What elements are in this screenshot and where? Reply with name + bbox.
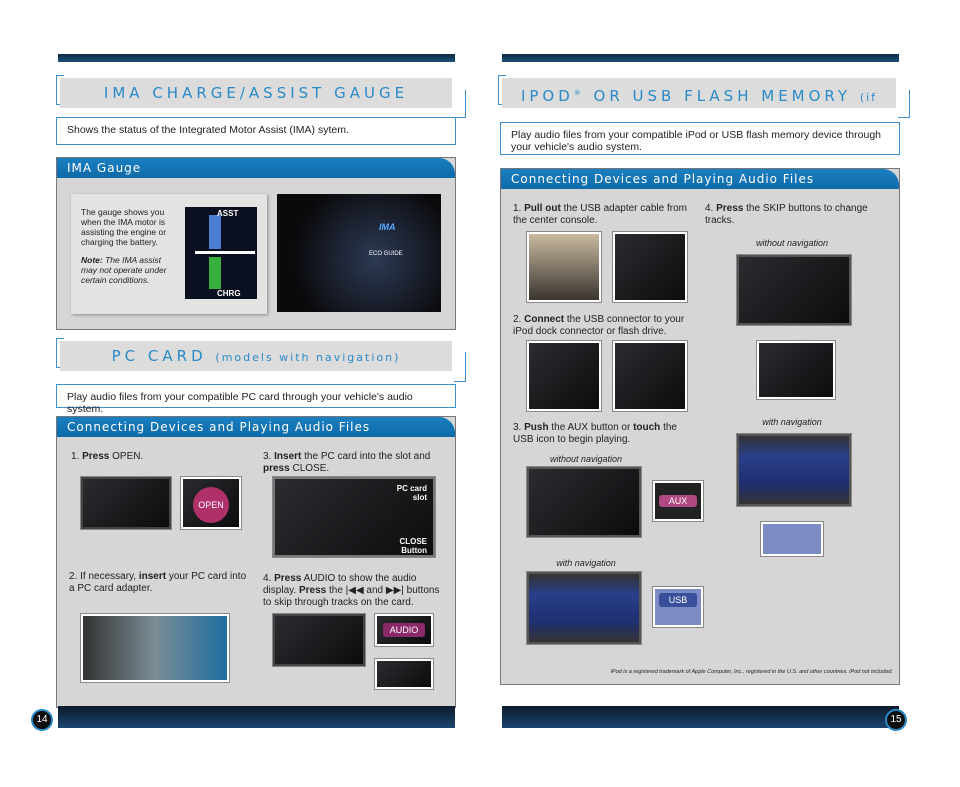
- pc-card-title-suffix: (models with navigation): [215, 351, 401, 364]
- pc-card-slot-label: PC card slot: [396, 484, 427, 502]
- ipod-image: [527, 341, 601, 411]
- pc-card-adapter-image: [81, 614, 229, 682]
- caption-without-navigation: without navigation: [755, 238, 829, 248]
- ipod-usb-panel: Connecting Devices and Playing Audio Fil…: [500, 168, 900, 685]
- audio-panel-image: [737, 255, 851, 325]
- page-title: IPOD® OR USB FLASH MEMORY (if equipped): [502, 78, 896, 136]
- bottom-bar: [502, 706, 899, 728]
- top-bar: [58, 54, 455, 62]
- ima-logo: IMA: [379, 222, 396, 232]
- gauge-closeup-image: ASST CHRG: [185, 207, 257, 299]
- caption-with-navigation: with navigation: [762, 417, 822, 427]
- panel-header: IMA Gauge: [57, 158, 455, 178]
- pc-card-slot-image: PC card slot CLOSE Button: [273, 477, 435, 557]
- open-button: OPEN: [193, 487, 229, 523]
- nav-screen-image: [81, 477, 171, 529]
- note-label: Note:: [81, 255, 103, 265]
- open-button-image: OPEN: [181, 477, 241, 529]
- step-1: 1. Pull out the USB adapter cable from t…: [513, 203, 687, 226]
- flash-drive-image: [613, 341, 687, 411]
- section-description: Play audio files from your compatible PC…: [56, 384, 456, 415]
- aux-button-image: AUX: [653, 481, 703, 521]
- audio-button: AUDIO: [383, 623, 425, 637]
- step-4: 4. Press AUDIO to show the audio display…: [263, 573, 440, 608]
- aux-button: AUX: [659, 495, 697, 507]
- assist-label: ASST: [217, 209, 239, 218]
- audio-button-image: AUDIO: [375, 614, 433, 646]
- panel-header: Connecting Devices and Playing Audio Fil…: [501, 169, 899, 189]
- step-2: 2. If necessary, insert your PC card int…: [69, 571, 247, 594]
- nav-screen-image: [273, 614, 365, 666]
- page-number: 14: [31, 709, 53, 731]
- caption-without-navigation: without navigation: [549, 454, 623, 464]
- pc-card-title: PC CARD: [111, 347, 207, 365]
- step-4: 4. Press the SKIP buttons to change trac…: [705, 203, 868, 226]
- page-number: 15: [885, 709, 907, 731]
- assist-bar: [209, 215, 221, 249]
- gauge-description: The gauge shows you when the IMA motor i…: [81, 207, 167, 247]
- nav-screen-image: [737, 434, 851, 506]
- bracket: [454, 352, 466, 382]
- section-description: Shows the status of the Integrated Motor…: [56, 117, 456, 145]
- gauge-callout: The gauge shows you when the IMA motor i…: [71, 194, 267, 314]
- usb-adapter-image: [613, 232, 687, 302]
- instrument-cluster-image: IMA ECO GUIDE: [277, 194, 441, 312]
- top-bar: [502, 54, 899, 62]
- section-description: Play audio files from your compatible iP…: [500, 122, 900, 155]
- skip-buttons-image: [761, 522, 823, 556]
- usb-button: USB: [659, 593, 697, 607]
- skip-buttons-image: [375, 659, 433, 689]
- step-3: 3. Push the AUX button or touch the USB …: [513, 422, 677, 445]
- bracket: [898, 90, 910, 118]
- charge-label: CHRG: [217, 289, 241, 298]
- bottom-bar: [58, 706, 455, 728]
- skip-knob-image: [757, 341, 835, 399]
- center-console-image: [527, 232, 601, 302]
- step-2: 2. Connect the USB connector to your iPo…: [513, 314, 685, 337]
- step-3: 3. Insert the PC card into the slot and …: [263, 451, 431, 474]
- step-1: 1. Press OPEN.: [71, 451, 144, 462]
- eco-guide-label: ECO GUIDE: [369, 251, 403, 257]
- bracket: [454, 90, 466, 118]
- close-button-label: CLOSE Button: [399, 537, 427, 555]
- trademark-footnote: iPod is a registered trademark of Apple …: [610, 669, 893, 675]
- pc-card-panel: Connecting Devices and Playing Audio Fil…: [56, 416, 456, 708]
- needle: [195, 251, 255, 254]
- ima-gauge-panel: IMA Gauge The gauge shows you when the I…: [56, 157, 456, 330]
- nav-screen-image: [527, 572, 641, 644]
- caption-with-navigation: with navigation: [556, 558, 616, 568]
- page-title: IMA CHARGE/ASSIST GAUGE: [60, 78, 452, 108]
- charge-bar: [209, 257, 221, 289]
- panel-header: Connecting Devices and Playing Audio Fil…: [57, 417, 455, 437]
- page-title: PC CARD (models with navigation): [60, 341, 452, 371]
- usb-icon-image: USB: [653, 587, 703, 627]
- audio-panel-image: [527, 467, 641, 537]
